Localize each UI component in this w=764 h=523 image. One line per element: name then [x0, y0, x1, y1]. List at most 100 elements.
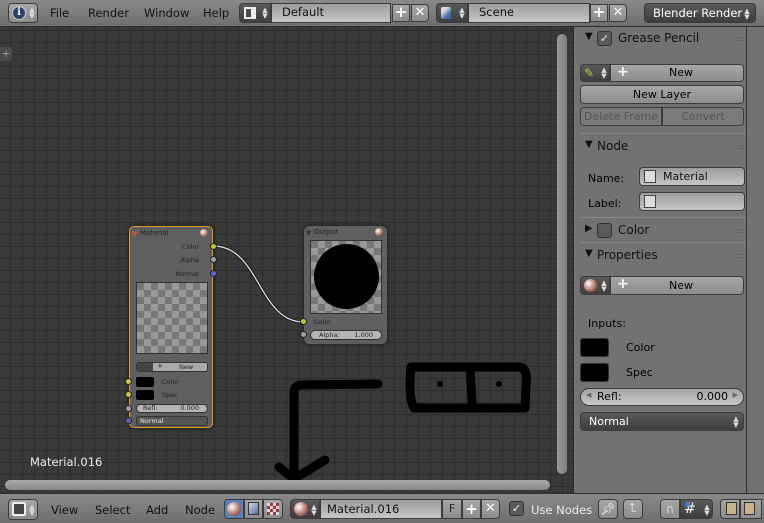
panel-header-properties[interactable]: ▼ Properties :::: — [574, 247, 746, 265]
panel-header-node[interactable]: ▼ Node :::: — [574, 138, 746, 156]
refl-label: Refl: — [143, 404, 158, 412]
node-label-field[interactable] — [639, 192, 745, 211]
color-checkbox[interactable] — [597, 223, 612, 238]
annotation-arrow-head — [274, 455, 330, 484]
normal-select[interactable]: Normal ▲ ▼ — [580, 412, 744, 431]
output-node-header[interactable]: ▼ Output — [304, 226, 387, 239]
refl-slider[interactable]: ◀ Refl: 0.000 ▶ — [580, 388, 744, 406]
input-socket-spec[interactable] — [125, 391, 132, 398]
material-preview-image — [136, 282, 208, 354]
material-browse[interactable]: ▲ ▼ — [580, 276, 610, 295]
color-input-swatch[interactable] — [580, 338, 609, 357]
annotation-box-divider — [465, 362, 477, 407]
add-layout-button[interactable]: + — [392, 4, 410, 22]
scene-browse[interactable]: ▲ ▼ — [436, 3, 468, 23]
snap-element-select[interactable]: # ▲ ▼ — [680, 499, 713, 519]
menu-add[interactable]: Add — [146, 503, 168, 517]
output-input-socket-alpha[interactable] — [300, 331, 307, 338]
delete-frame-button[interactable]: Delete Frame — [580, 107, 662, 126]
render-engine-select[interactable]: Blender Render ▲ ▼ — [644, 3, 756, 23]
grease-pencil-new-button[interactable]: + New — [610, 64, 744, 82]
output-label-color: Color — [182, 243, 199, 251]
menu-file[interactable]: File — [50, 6, 69, 20]
material-node-title: Material — [140, 229, 169, 237]
panel-header-color[interactable]: ▶ Color :::: — [574, 222, 746, 240]
material-node[interactable]: ▼ Material Color Alpha Normal + New Colo… — [125, 226, 217, 428]
parent-node-tree-button[interactable]: ⮤ — [623, 499, 643, 519]
grease-pencil-checkbox[interactable]: ✓ — [597, 31, 612, 46]
refl-slider[interactable]: Refl: 0.000 — [136, 404, 208, 413]
drag-handle-icon[interactable]: :::: — [737, 142, 745, 151]
drag-handle-icon[interactable]: :::: — [737, 251, 745, 260]
copy-nodes-button[interactable] — [720, 499, 740, 519]
node-link-color — [212, 245, 305, 323]
collapse-triangle-icon[interactable]: ▼ — [306, 227, 311, 240]
drag-handle-icon[interactable]: :::: — [737, 34, 745, 43]
remove-material-button[interactable]: ✕ — [481, 499, 500, 519]
pin-button[interactable]: 📌︎ — [598, 499, 618, 519]
material-name-field[interactable]: Material.016 — [320, 499, 442, 519]
compositing-nodes-button[interactable] — [263, 499, 283, 519]
menu-view[interactable]: View — [51, 503, 78, 517]
spec-swatch[interactable] — [136, 390, 154, 400]
remove-scene-button[interactable]: ✕ — [609, 4, 627, 22]
screen-layout-field[interactable]: Default — [271, 3, 391, 23]
material-new-button[interactable]: + New — [610, 276, 744, 295]
output-node[interactable]: ▼ Output Color Alpha: 1.000 — [300, 226, 387, 344]
convert-button[interactable]: Convert — [662, 107, 744, 126]
menu-render[interactable]: Render — [88, 6, 129, 20]
fake-user-button[interactable]: F — [442, 499, 462, 519]
output-socket-alpha[interactable] — [210, 256, 217, 263]
node-name-field[interactable]: Material — [639, 167, 745, 186]
output-socket-color[interactable] — [210, 243, 217, 250]
increment-arrow-icon[interactable]: ▶ — [733, 391, 738, 399]
editor-type-button[interactable]: ▲ ▼ — [8, 499, 38, 520]
add-material-button[interactable]: + — [462, 499, 481, 519]
updown-arrows-icon: ▲ ▼ — [601, 66, 607, 80]
panel-title: Node — [597, 139, 629, 153]
alpha-slider[interactable]: Alpha: 1.000 — [310, 330, 382, 340]
normal-select[interactable]: Normal — [136, 416, 208, 426]
annotation-arrow-shaft — [289, 379, 383, 479]
decrement-arrow-icon[interactable]: ◀ — [586, 391, 591, 399]
menu-select[interactable]: Select — [95, 503, 130, 517]
material-shader-icon — [227, 502, 241, 516]
material-browse[interactable]: ▲ ▼ — [290, 499, 320, 519]
menu-node[interactable]: Node — [185, 503, 215, 517]
texture-nodes-button[interactable] — [244, 499, 263, 519]
snap-toggle-button[interactable]: ∩ — [660, 499, 680, 519]
material-browse-icon[interactable] — [137, 363, 153, 371]
screen-layout-browse[interactable]: ▲ ▼ — [239, 3, 271, 23]
new-layer-button[interactable]: New Layer — [580, 85, 744, 104]
output-input-socket-color[interactable] — [300, 318, 307, 325]
material-new-button[interactable]: + New — [136, 362, 208, 372]
menu-help[interactable]: Help — [203, 6, 229, 20]
drag-handle-icon[interactable]: :::: — [737, 226, 745, 235]
material-node-header[interactable]: ▼ Material — [130, 227, 212, 240]
panel-header-grease-pencil[interactable]: ▼ ✓ Grease Pencil :::: — [574, 30, 746, 48]
vertical-scrollbar[interactable] — [557, 34, 567, 474]
output-socket-normal[interactable] — [210, 270, 217, 277]
color-swatch[interactable] — [136, 377, 154, 387]
remove-layout-button[interactable]: ✕ — [411, 4, 429, 22]
add-scene-button[interactable]: + — [590, 4, 608, 22]
input-socket-color[interactable] — [125, 378, 132, 385]
menu-window[interactable]: Window — [144, 6, 189, 20]
top-header: i ▲ ▼ File Render Window Help ▲ ▼ Default … — [0, 0, 764, 27]
label-label: Label: — [588, 197, 622, 210]
editor-type-button[interactable]: i ▲ ▼ — [8, 3, 38, 23]
node-editor-canvas[interactable]: + ▼ Material Color Alpha Normal + New Co… — [0, 27, 573, 493]
node-name-value: Material — [663, 170, 708, 183]
collapse-triangle-icon[interactable]: ▼ — [132, 228, 137, 241]
spec-input-swatch[interactable] — [580, 363, 609, 382]
scene-field[interactable]: Scene — [468, 3, 590, 23]
use-nodes-checkbox[interactable]: ✓ — [509, 501, 524, 516]
input-socket-refl[interactable] — [125, 405, 132, 412]
paste-nodes-button[interactable] — [740, 499, 762, 519]
horizontal-scrollbar[interactable] — [5, 480, 550, 490]
shader-nodes-button[interactable] — [224, 499, 244, 519]
input-socket-normal[interactable] — [125, 417, 132, 424]
name-label: Name: — [588, 172, 625, 185]
input-label-color: Color — [626, 341, 655, 354]
grease-pencil-browse[interactable]: ✎ ▲ ▼ — [580, 64, 610, 82]
